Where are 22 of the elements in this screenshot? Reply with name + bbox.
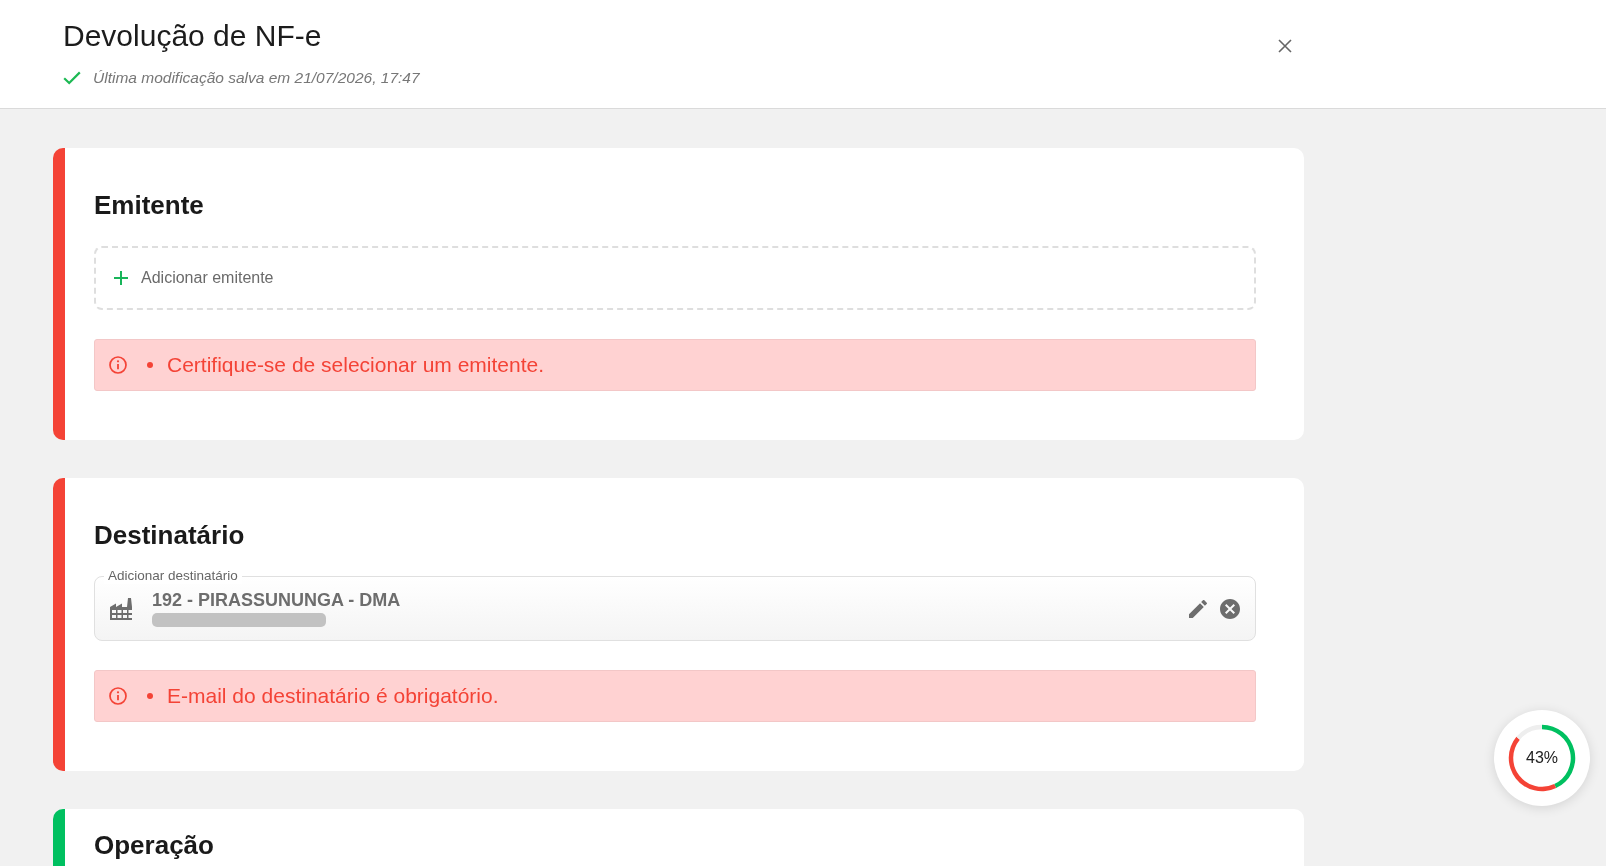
factory-icon: [110, 597, 134, 620]
bullet-dot-icon: [147, 693, 153, 699]
section-title: Emitente: [94, 189, 204, 222]
clear-button[interactable]: [1220, 598, 1240, 619]
save-status-text: Última modificação salva em 21/07/2026, 17:47: [93, 69, 420, 87]
error-message: Certifique-se de selecionar um emitente.: [167, 352, 544, 378]
pencil-icon: [1189, 599, 1207, 618]
plus-icon: [114, 271, 128, 285]
add-issuer-button[interactable]: Adicionar emitente: [94, 246, 1256, 310]
section-title: Operação: [94, 829, 214, 862]
recipient-name: 192 - PIRASSUNUNGA - DMA: [152, 590, 401, 610]
section-title: Destinatário: [94, 519, 245, 552]
edit-button[interactable]: [1189, 599, 1207, 618]
info-icon: [109, 687, 127, 705]
progress-percent: 43%: [1526, 749, 1558, 767]
info-icon: [109, 356, 127, 374]
close-icon: [1278, 39, 1292, 53]
page-title: Devolução de NF-e: [63, 19, 322, 53]
clear-icon: [1220, 598, 1240, 619]
progress-widget[interactable]: 43%: [1494, 710, 1590, 806]
error-message: E-mail do destinatário é obrigatório.: [167, 683, 499, 709]
bullet-dot-icon: [147, 362, 153, 368]
